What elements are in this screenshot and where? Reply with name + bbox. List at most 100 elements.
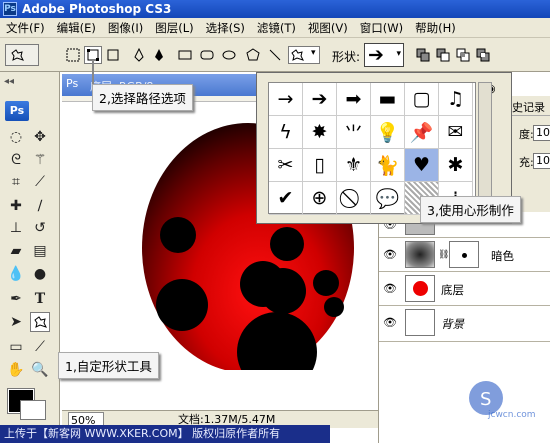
notes-tool-icon[interactable]: ▭ — [6, 337, 26, 357]
grass-icon[interactable]: ⺌ — [337, 116, 371, 149]
options-bar: ▾ 形状: ➔ ▾ — [0, 38, 550, 72]
eye-icon[interactable]: 👁 — [383, 248, 397, 261]
exclude-overlap-icon — [476, 48, 490, 62]
polygon-tool-button[interactable] — [244, 46, 262, 64]
target-icon[interactable]: ⊕ — [303, 182, 337, 215]
intersect-shape-area-button[interactable] — [454, 46, 472, 64]
tool-preset-picker[interactable] — [5, 44, 39, 66]
layer-row[interactable]: 👁 底层 — [379, 272, 550, 306]
rounded-rectangle-button[interactable] — [198, 46, 216, 64]
splat-icon[interactable]: ✱ — [439, 149, 473, 182]
no-sign-icon[interactable]: ⃠ — [337, 182, 371, 215]
layer-name[interactable]: 暗色 — [491, 248, 514, 264]
move-tool-icon[interactable]: ✥ — [30, 127, 50, 147]
fill-label: 充: — [519, 156, 534, 169]
fill-pixels-button[interactable] — [104, 46, 122, 64]
eraser-tool-icon[interactable]: ▰ — [6, 241, 26, 261]
banner-icon[interactable]: ▬ — [371, 83, 405, 116]
freeform-pen-button[interactable] — [150, 46, 168, 64]
healing-brush-icon[interactable]: ✚ — [6, 196, 26, 216]
history-brush-icon[interactable]: ↺ — [30, 218, 50, 238]
shape-picker-dropdown[interactable]: ➔ ▾ — [364, 43, 404, 67]
type-tool-icon[interactable]: T — [30, 289, 50, 309]
spot — [324, 297, 344, 317]
layer-name[interactable]: 背景 — [441, 316, 464, 332]
exclude-overlap-button[interactable] — [474, 46, 492, 64]
menu-help[interactable]: 帮助(H) — [409, 20, 462, 36]
cat-icon[interactable]: 🐈 — [371, 149, 405, 182]
menu-view[interactable]: 视图(V) — [302, 20, 354, 36]
layer-name[interactable]: 底层 — [441, 282, 464, 298]
lightning-icon[interactable]: ϟ — [269, 116, 303, 149]
add-to-shape-area-button[interactable] — [414, 46, 432, 64]
custom-shape-tool-button[interactable]: ▾ — [288, 46, 320, 64]
path-selection-icon[interactable]: ➤ — [6, 312, 26, 332]
pen-tool-button[interactable] — [130, 46, 148, 64]
clone-stamp-icon[interactable]: ⊥ — [6, 218, 26, 238]
menu-edit[interactable]: 编辑(E) — [51, 20, 102, 36]
magic-wand-icon[interactable]: ⚚ — [30, 150, 50, 170]
pen-tool-icon[interactable]: ✒ — [6, 289, 26, 309]
menu-window[interactable]: 窗口(W) — [354, 20, 409, 36]
brush-tool-icon[interactable]: ∕ — [30, 196, 50, 216]
layer-row[interactable]: 👁 ⛓ 暗色 — [379, 238, 550, 272]
slice-tool-icon[interactable]: ⟋ — [30, 172, 50, 192]
envelope-icon[interactable]: ✉ — [439, 116, 473, 149]
starburst-icon[interactable]: ✸ — [303, 116, 337, 149]
arrow-block-icon[interactable]: ➡ — [337, 83, 371, 116]
window-title: Adobe Photoshop CS3 — [22, 2, 172, 16]
pushpin-icon[interactable]: 📌 — [405, 116, 439, 149]
gradient-tool-icon[interactable]: ▤ — [30, 241, 50, 261]
picker-scrollbar[interactable] — [478, 82, 492, 214]
menu-image[interactable]: 图像(I) — [102, 20, 149, 36]
menu-layer[interactable]: 图层(L) — [149, 20, 199, 36]
arrow-thin-icon[interactable]: → — [269, 83, 303, 116]
menu-filter[interactable]: 滤镜(T) — [251, 20, 302, 36]
ps-badge-icon[interactable]: Ps — [5, 101, 29, 121]
layer-row[interactable]: 👁 背景 — [379, 306, 550, 342]
music-note-icon[interactable]: ♫ — [439, 83, 473, 116]
eye-icon[interactable]: 👁 — [383, 282, 397, 295]
checkmark-icon[interactable]: ✔ — [269, 182, 303, 215]
background-color-swatch[interactable] — [20, 400, 46, 420]
fill-input[interactable]: 100 — [533, 153, 550, 169]
toolbox-collapse-icon[interactable]: ◂◂ — [4, 76, 14, 87]
line-tool-button[interactable] — [266, 46, 284, 64]
frame-icon[interactable]: ▢ — [405, 83, 439, 116]
lasso-tool-icon[interactable]: ᘓ — [6, 150, 26, 170]
pen-icon — [134, 47, 144, 62]
shape-layers-button[interactable] — [64, 46, 82, 64]
speech-bubble-icon[interactable]: 💬 — [371, 182, 405, 215]
heart-icon[interactable]: ♥ — [405, 149, 439, 182]
layer-thumbnail — [405, 309, 435, 336]
dodge-tool-icon[interactable]: ● — [30, 264, 50, 284]
opacity-label: 度: — [519, 128, 534, 141]
eyedropper-icon[interactable]: ⟋ — [30, 337, 50, 357]
arrow-bold-icon[interactable]: ➔ — [303, 83, 337, 116]
lightbulb-icon[interactable]: 💡 — [371, 116, 405, 149]
watermark-text: jcwcn.com — [488, 410, 536, 420]
spot — [260, 268, 306, 314]
opacity-input[interactable]: 100 — [533, 125, 550, 141]
history-tab[interactable]: 史记录 — [507, 96, 550, 116]
layer-mask-thumbnail — [449, 241, 479, 268]
chevron-down-icon: ▾ — [311, 48, 316, 58]
eye-icon[interactable]: 👁 — [383, 316, 397, 329]
menu-file[interactable]: 文件(F) — [0, 20, 51, 36]
svg-text:S: S — [480, 389, 491, 410]
custom-shape-tool-icon[interactable] — [30, 312, 50, 332]
subtract-shape-area-button[interactable] — [434, 46, 452, 64]
menu-select[interactable]: 选择(S) — [200, 20, 251, 36]
marquee-tool-icon[interactable]: ◌ — [6, 127, 26, 147]
zoom-tool-icon[interactable]: 🔍 — [30, 360, 50, 380]
rectangle-icon — [178, 50, 192, 60]
ellipse-tool-button[interactable] — [220, 46, 238, 64]
crop-tool-icon[interactable]: ⌗ — [6, 172, 26, 192]
blur-tool-icon[interactable]: 💧 — [6, 264, 26, 284]
hand-tool-icon[interactable]: ✋ — [6, 360, 26, 380]
link-icon: ⛓ — [438, 250, 450, 260]
rectangle-tool-button[interactable] — [176, 46, 194, 64]
fleur-de-lis-icon[interactable]: ⚜ — [337, 149, 371, 182]
blank-page-icon[interactable]: ▯ — [303, 149, 337, 182]
scissors-icon[interactable]: ✂ — [269, 149, 303, 182]
